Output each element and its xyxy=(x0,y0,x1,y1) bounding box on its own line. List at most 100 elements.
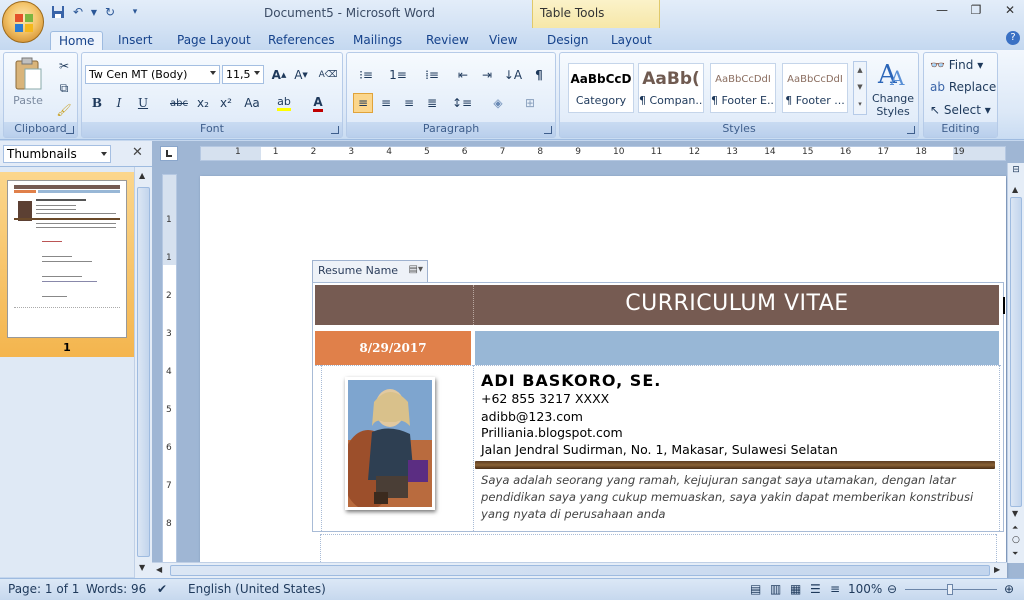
print-layout-view-icon[interactable]: ▤ xyxy=(750,582,761,596)
document-vertical-scrollbar[interactable]: ⊟ ▲ ▼ ⏶ ○ ⏷ xyxy=(1007,163,1024,563)
paste-button[interactable]: Paste xyxy=(10,57,46,115)
tab-review[interactable]: Review xyxy=(418,31,477,50)
strikethrough-button[interactable]: abc xyxy=(167,93,191,113)
find-button[interactable]: 👓 Find ▾ xyxy=(930,58,983,72)
style-footer-even[interactable]: AaBbCcDdI ¶ Footer E... xyxy=(710,63,776,113)
pane-view-select[interactable]: Thumbnails xyxy=(3,145,111,163)
underline-button[interactable]: U xyxy=(132,93,154,113)
cut-icon[interactable]: ✂ xyxy=(54,56,74,76)
proofing-icon[interactable]: ✔ xyxy=(157,582,167,596)
zoom-out-icon[interactable]: ⊖ xyxy=(887,582,897,596)
document-horizontal-scrollbar[interactable]: ◀ ▶ xyxy=(152,562,1007,578)
font-launcher-icon[interactable] xyxy=(331,126,339,134)
numbering-icon[interactable]: 1≡ xyxy=(385,65,411,85)
customize-qat-icon[interactable]: ▾ xyxy=(130,4,140,20)
copy-icon[interactable]: ⧉ xyxy=(54,78,74,98)
borders-icon[interactable]: ⊞ xyxy=(517,93,543,113)
align-center-icon[interactable]: ≡ xyxy=(376,93,396,113)
doc-scroll-down-icon[interactable]: ▼ xyxy=(1012,509,1018,518)
line-spacing-icon[interactable]: ↕≡ xyxy=(449,93,475,113)
content-control-options-icon[interactable]: ▤▾ xyxy=(409,264,423,275)
subscript-button[interactable]: x₂ xyxy=(193,93,213,113)
align-left-icon[interactable]: ≡ xyxy=(353,93,373,113)
tab-references[interactable]: References xyxy=(260,31,343,50)
zoom-slider[interactable] xyxy=(905,584,997,595)
font-name-box[interactable]: Tw Cen MT (Body) xyxy=(85,65,220,84)
word-count[interactable]: Words: 96 xyxy=(86,582,146,596)
style-footer[interactable]: AaBbCcDdI ¶ Footer ... xyxy=(782,63,848,113)
draft-view-icon[interactable]: ≡ xyxy=(830,582,840,596)
align-right-icon[interactable]: ≡ xyxy=(399,93,419,113)
outline-view-icon[interactable]: ☰ xyxy=(810,582,821,596)
sort-icon[interactable]: ↓A xyxy=(503,65,523,85)
close-icon[interactable]: ✕ xyxy=(1002,3,1018,17)
doc-scroll-up-icon[interactable]: ▲ xyxy=(1012,185,1018,194)
thumbnails-scrollbar[interactable]: ▲ ▼ xyxy=(134,167,152,578)
cv-address[interactable]: Jalan Jendral Sudirman, No. 1, Makasar, … xyxy=(481,442,838,457)
previous-page-icon[interactable]: ⏶ xyxy=(1012,523,1018,533)
highlight-icon[interactable]: ab xyxy=(273,93,295,113)
paragraph-launcher-icon[interactable] xyxy=(544,126,552,134)
change-styles-button[interactable]: AA Change Styles xyxy=(870,57,916,119)
language-status[interactable]: English (United States) xyxy=(188,582,326,596)
undo-dropdown-icon[interactable]: ▼ xyxy=(90,4,98,20)
shading-icon[interactable]: ◈ xyxy=(485,93,511,113)
select-button[interactable]: ↖ Select ▾ xyxy=(930,103,991,117)
italic-button[interactable]: I xyxy=(110,93,128,113)
next-page-icon[interactable]: ⏷ xyxy=(1012,549,1018,559)
tab-home[interactable]: Home xyxy=(50,31,104,50)
bullets-icon[interactable]: ⁝≡ xyxy=(353,65,379,85)
shrink-font-icon[interactable]: A ▼ xyxy=(291,65,311,85)
font-color-icon[interactable]: A xyxy=(307,93,329,113)
document-scroll-thumb[interactable] xyxy=(1010,197,1022,507)
tab-mailings[interactable]: Mailings xyxy=(345,31,410,50)
tab-page-layout[interactable]: Page Layout xyxy=(169,31,259,50)
zoom-level[interactable]: 100% xyxy=(848,582,882,596)
tab-view[interactable]: View xyxy=(481,31,525,50)
tab-insert[interactable]: Insert xyxy=(110,31,160,50)
office-button[interactable] xyxy=(2,1,44,43)
thumbnails-scroll-thumb[interactable] xyxy=(137,187,150,557)
scroll-down-icon[interactable]: ▼ xyxy=(139,563,145,572)
cv-date[interactable]: 8/29/2017 xyxy=(315,331,471,365)
cv-email[interactable]: adibb@123.com xyxy=(481,409,583,424)
profile-photo[interactable] xyxy=(345,377,435,510)
minimize-icon[interactable]: — xyxy=(934,3,950,17)
replace-button[interactable]: ab Replace xyxy=(930,80,996,94)
pane-close-icon[interactable]: ✕ xyxy=(132,145,143,160)
document-page[interactable]: Resume Name ▤▾ CURRICULUM VITAE 8/29/201… xyxy=(200,176,1006,579)
justify-icon[interactable]: ≣ xyxy=(422,93,442,113)
decrease-indent-icon[interactable]: ⇤ xyxy=(453,65,473,85)
horizontal-ruler[interactable]: 1 1 2 3 4 5 6 7 8 9 10 11 12 13 14 15 16 17 18 19 xyxy=(200,146,1006,161)
undo-icon[interactable]: ↶ xyxy=(70,4,86,20)
style-category[interactable]: AaBbCcD Category xyxy=(568,63,634,113)
page-count[interactable]: Page: 1 of 1 xyxy=(8,582,79,596)
cv-name[interactable]: ADI BASKORO, SE. xyxy=(481,371,661,390)
scroll-left-icon[interactable]: ◀ xyxy=(156,565,162,574)
zoom-in-icon[interactable]: ⊕ xyxy=(1004,582,1014,596)
tab-layout[interactable]: Layout xyxy=(603,31,660,50)
cv-phone[interactable]: +62 855 3217 XXXX xyxy=(481,391,609,406)
cv-website[interactable]: Prilliania.blogspot.com xyxy=(481,425,623,440)
vertical-ruler[interactable]: 1 1 2 3 4 5 6 7 8 xyxy=(162,174,177,579)
horizontal-scroll-thumb[interactable] xyxy=(170,565,990,576)
redo-icon[interactable]: ↻ xyxy=(102,4,118,20)
cv-table[interactable]: CURRICULUM VITAE 8/29/2017 ADI BASKORO, … xyxy=(312,282,1004,532)
bold-button[interactable]: B xyxy=(88,93,106,113)
change-case-button[interactable]: Aa xyxy=(240,93,264,113)
full-screen-reading-icon[interactable]: ▥ xyxy=(770,582,781,596)
content-control-tab[interactable]: Resume Name ▤▾ xyxy=(312,260,428,282)
scroll-right-icon[interactable]: ▶ xyxy=(994,565,1000,574)
web-layout-icon[interactable]: ▦ xyxy=(790,582,801,596)
multilevel-list-icon[interactable]: ⁞≡ xyxy=(419,65,445,85)
style-company[interactable]: AaBb( ¶ Compan... xyxy=(638,63,704,113)
increase-indent-icon[interactable]: ⇥ xyxy=(477,65,497,85)
help-icon[interactable]: ? xyxy=(1006,31,1020,45)
show-formatting-icon[interactable]: ¶ xyxy=(529,65,549,85)
restore-icon[interactable]: ❐ xyxy=(968,3,984,17)
clear-formatting-icon[interactable]: A⌫ xyxy=(318,65,338,85)
ruler-toggle-icon[interactable]: ⊟ xyxy=(1009,165,1023,179)
format-painter-icon[interactable]: 🖌 xyxy=(54,100,74,120)
styles-launcher-icon[interactable] xyxy=(907,126,915,134)
superscript-button[interactable]: x² xyxy=(216,93,236,113)
